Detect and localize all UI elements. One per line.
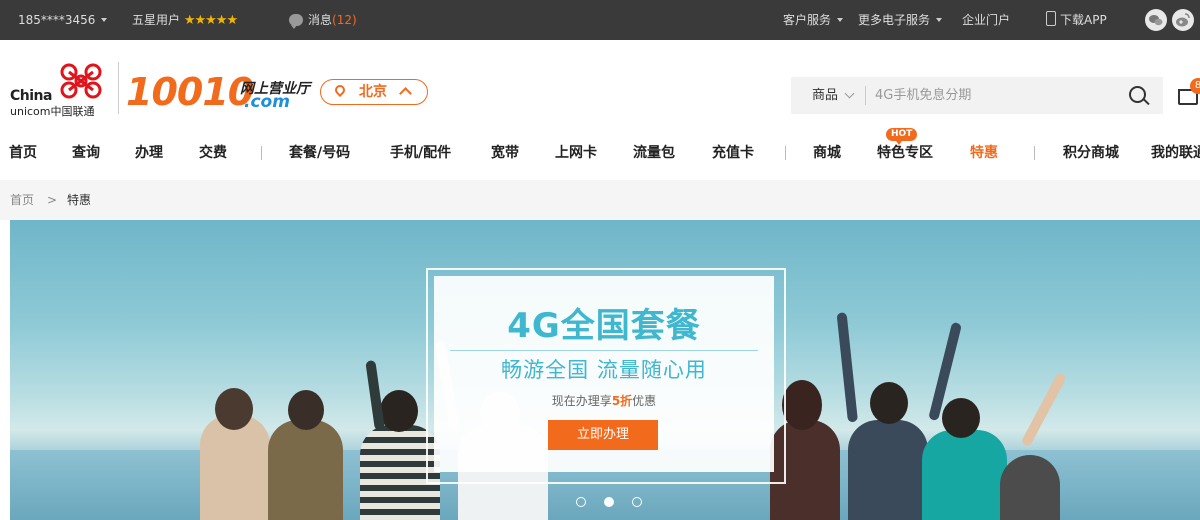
location-pin-icon [332,82,348,98]
download-app-label: 下载APP [1060,13,1107,27]
chevron-down-icon [101,18,108,22]
top-bar: 185****3456 五星用户 ★★★★★ 消息(12) 客户服务 更多电子服… [0,0,1200,40]
search-bar: 商品 [791,77,1163,114]
breadcrumb-current: 特惠 [67,193,92,207]
customer-service-menu[interactable]: 客户服务 [783,0,844,40]
star-rating: ★★★★★ [183,13,238,28]
promo-offer: 现在办理享5折优惠 [434,392,774,409]
search-category-select[interactable]: 商品 [812,77,838,114]
nav-divider [261,146,262,160]
logo-divider [118,62,119,114]
search-divider [865,86,866,105]
user-level: 五星用户 ★★★★★ [132,0,238,40]
nav-item-points-mall[interactable]: 积分商城 [1063,140,1119,166]
nav-divider [785,146,786,160]
brand-number: 10010 [126,70,254,114]
promo-title: 4G全国套餐 [507,306,701,346]
offer-discount: 5折 [611,394,633,408]
promo-card: 4G全国套餐 畅游全国 流量随心用 现在办理享5折优惠 立即办理 [434,276,774,472]
more-services-menu[interactable]: 更多电子服务 [858,0,943,40]
messages-label: 消息 [308,13,333,27]
city-selector[interactable]: 北京 [320,79,428,105]
nav-item-featured[interactable]: 特色专区 [877,140,933,166]
nav-item-query[interactable]: 查询 [72,140,100,166]
apply-now-button[interactable]: 立即办理 [548,420,658,450]
offer-suffix: 优惠 [632,394,657,408]
mobile-phone-icon [1046,11,1056,26]
wechat-icon[interactable]: 微信 [1145,9,1167,31]
promo-divider [450,350,758,351]
more-services-label: 更多电子服务 [858,13,931,27]
nav-item-data-card[interactable]: 上网卡 [555,140,597,166]
chevron-down-icon [844,88,855,99]
promo-subtitle: 畅游全国 流量随心用 [501,358,707,382]
message-icon [289,14,303,29]
promo-banner[interactable]: 4G全国套餐 畅游全国 流量随心用 现在办理享5折优惠 立即办理 [10,220,1200,520]
nav-item-broadband[interactable]: 宽带 [491,140,519,166]
stars-icon: ★★★★★ [183,13,238,28]
download-app-link[interactable]: 下载APP [1046,0,1107,40]
cart-count-badge: 8 [1190,78,1200,94]
city-name: 北京 [359,84,387,100]
enterprise-label: 企业门户 [962,13,1011,27]
search-icon[interactable] [1129,86,1146,103]
nav-item-home[interactable]: 首页 [9,140,37,166]
carousel-dot-2[interactable] [604,497,614,507]
nav-item-plans[interactable]: 套餐/号码 [289,140,350,166]
account-phone[interactable]: 185****3456 [18,0,108,40]
nav-item-recharge[interactable]: 充值卡 [712,140,754,166]
weibo-icon[interactable]: 微博 [1172,9,1194,31]
carousel-dot-1[interactable] [576,497,586,507]
logo-text-english: China [10,88,52,104]
carousel-dot-3[interactable] [632,497,642,507]
chevron-down-icon [936,18,943,22]
chevron-up-icon [399,87,412,100]
messages-count: (12) [332,13,357,27]
hot-badge: HOT [886,128,918,145]
breadcrumb: 首页 > 特惠 [0,180,1200,220]
unicom-knot-icon [60,63,102,99]
search-input[interactable] [875,77,1105,114]
nav-item-apply[interactable]: 办理 [135,140,163,166]
brand-domain: .com [244,92,290,112]
nav-item-data-pack[interactable]: 流量包 [633,140,675,166]
nav-item-my-unicom[interactable]: 我的联通 [1151,140,1200,166]
nav-item-mall[interactable]: 商城 [813,140,841,166]
enterprise-link[interactable]: 企业门户 [962,0,1010,40]
messages-link[interactable]: 消息(12) [289,0,357,40]
nav-divider [1034,146,1035,160]
breadcrumb-home[interactable]: 首页 [10,180,34,220]
user-level-text: 五星用户 [132,13,181,27]
nav-item-phones[interactable]: 手机/配件 [390,140,451,166]
nav-item-pay[interactable]: 交费 [199,140,227,166]
account-phone-text: 185****3456 [18,13,96,27]
logo-text-chinese: unicom中国联通 [10,105,95,118]
nav-item-deals[interactable]: 特惠 [970,140,998,166]
offer-prefix: 现在办理享 [551,394,612,408]
chevron-down-icon [837,18,844,22]
customer-service-label: 客户服务 [783,13,832,27]
breadcrumb-separator: > [47,193,58,207]
main-nav: 首页 查询 办理 交费 套餐/号码 手机/配件 宽带 上网卡 流量包 充值卡 商… [0,128,1200,180]
